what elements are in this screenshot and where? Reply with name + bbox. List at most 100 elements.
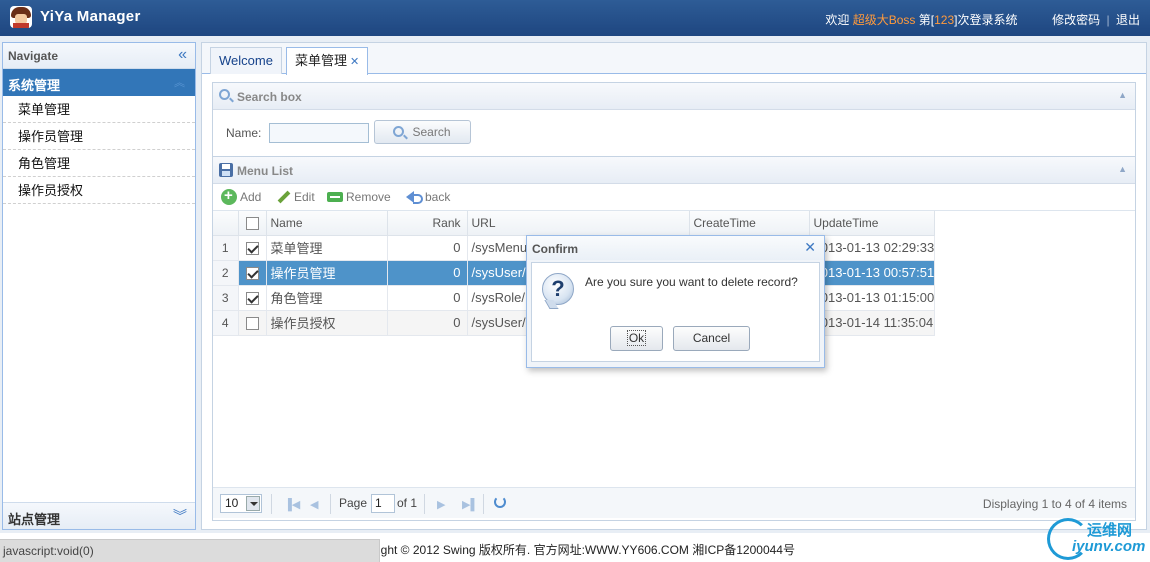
next-page-icon[interactable]: ▶ [437, 498, 445, 511]
dropdown-arrow-icon [246, 496, 260, 511]
ok-button[interactable]: Ok [610, 326, 663, 351]
col-name-header[interactable]: Name [266, 211, 388, 236]
col-url-header[interactable]: URL [467, 211, 690, 236]
page-label: Page [339, 496, 368, 510]
page-size-value: 10 [225, 496, 239, 510]
name-input[interactable] [269, 123, 369, 143]
search-button-icon [393, 126, 404, 137]
cell-rank: 0 [387, 260, 468, 286]
pagination-bar: 10 ▐◀ ◀ Page 1 of 1 ▶ ▶▌ Displaying 1 to… [213, 487, 1135, 518]
row-select-cell[interactable] [238, 260, 267, 286]
list-toolbar: Add Edit Remove back [213, 184, 1135, 211]
rownum-header [213, 211, 239, 236]
dialog-title: Confirm [532, 242, 578, 256]
first-page-icon[interactable]: ▐◀ [284, 498, 300, 511]
row-select-cell[interactable] [238, 285, 267, 311]
search-panel-header: Search box ▲ [213, 83, 1135, 110]
cell-rank: 0 [387, 310, 468, 336]
page-size-select[interactable]: 10 [220, 494, 262, 513]
login-count: 123 [934, 13, 955, 27]
row-number: 3 [213, 285, 239, 311]
sidebar-item-role[interactable]: 角色管理 [3, 150, 195, 177]
sidebar-footer-label: 站点管理 [8, 512, 61, 527]
edit-label: Edit [294, 190, 315, 204]
edit-button[interactable]: Edit [275, 190, 315, 204]
row-select-cell[interactable] [238, 310, 267, 336]
sidebar-group-site[interactable]: 站点管理 ︾ [3, 502, 195, 529]
sidebar-item-authorization[interactable]: 操作员授权 [3, 177, 195, 204]
close-icon[interactable]: ✕ [804, 239, 816, 256]
remove-button[interactable]: Remove [327, 190, 391, 204]
sidebar-item-menu[interactable]: 菜单管理 [3, 96, 195, 123]
dialog-header[interactable]: Confirm ✕ [527, 236, 824, 260]
row-checkbox[interactable] [245, 317, 259, 331]
collapse-panel-icon[interactable]: ▲ [1118, 90, 1127, 100]
prev-page-icon[interactable]: ◀ [310, 498, 318, 511]
add-button[interactable]: Add [221, 187, 261, 205]
browser-status-bar: javascript:void(0) [0, 539, 380, 562]
back-button[interactable]: back [406, 190, 450, 204]
search-panel: Search box ▲ Name: Search [212, 82, 1136, 157]
tab-menu-label: 菜单管理 [295, 53, 348, 68]
display-count: Displaying 1 to 4 of 4 items [982, 497, 1127, 511]
back-label: back [425, 190, 451, 204]
cell-name: 操作员授权 [266, 310, 388, 336]
row-checkbox[interactable] [245, 242, 259, 256]
cancel-button[interactable]: Cancel [673, 326, 750, 351]
sidebar-group-system[interactable]: 系统管理 ︽ [3, 69, 195, 96]
row-select-cell[interactable] [238, 235, 267, 261]
close-tab-icon[interactable]: ✕ [350, 56, 359, 68]
question-icon: ? [542, 273, 574, 305]
row-checkbox[interactable] [245, 292, 259, 306]
app-title: YiYa Manager [40, 8, 141, 25]
remove-label: Remove [346, 190, 391, 204]
sidebar-header: Navigate « [3, 43, 195, 69]
sidebar: Navigate « 系统管理 ︽ 菜单管理 操作员管理 角色管理 操作员授权 … [2, 42, 196, 530]
sidebar-item-operator[interactable]: 操作员管理 [3, 123, 195, 150]
sidebar-title: Navigate [8, 49, 59, 63]
tab-welcome[interactable]: Welcome [210, 47, 282, 74]
name-label: Name: [226, 126, 262, 140]
page-of-label: of 1 [397, 496, 418, 510]
user-name: 超级大Boss [852, 13, 916, 27]
col-rank-header[interactable]: Rank [387, 211, 468, 236]
dialog-message: Are you sure you want to delete record? [585, 275, 798, 289]
tab-menu-management[interactable]: 菜单管理 ✕ [286, 47, 369, 75]
col-updatetime-header[interactable]: UpdateTime [809, 211, 936, 236]
last-page-icon[interactable]: ▶▌ [462, 498, 478, 511]
menu-list-title: Menu List [237, 164, 293, 178]
cell-name: 角色管理 [266, 285, 388, 311]
back-arrow-icon [406, 189, 423, 205]
select-all-header[interactable] [238, 211, 267, 236]
search-body: Name: Search [213, 110, 1135, 156]
col-createtime-header[interactable]: CreateTime [689, 211, 810, 236]
tab-welcome-label: Welcome [219, 53, 273, 68]
save-disk-icon [219, 163, 233, 177]
refresh-icon[interactable] [494, 496, 506, 508]
edit-pencil-icon [275, 189, 291, 205]
search-icon [219, 89, 230, 100]
collapse-list-icon[interactable]: ▲ [1118, 164, 1127, 174]
page-number-input[interactable]: 1 [371, 494, 395, 513]
row-number: 2 [213, 260, 239, 286]
cell-updatetime: 2013-01-13 02:29:33 [809, 235, 936, 261]
collapse-left-icon[interactable]: « [178, 46, 187, 64]
cell-updatetime: 2013-01-13 01:15:00 [809, 285, 936, 311]
cell-updatetime: 2013-01-14 11:35:04 [809, 310, 936, 336]
change-password-link[interactable]: 修改密码 [1052, 13, 1100, 27]
row-checkbox[interactable] [245, 267, 259, 281]
cell-updatetime: 2013-01-13 00:57:51 [809, 260, 936, 286]
remove-icon [327, 189, 343, 205]
watermark-logo: 运维网 iyunv.com [1047, 516, 1147, 560]
row-number: 1 [213, 235, 239, 261]
search-button[interactable]: Search [374, 120, 471, 144]
status-url: javascript:void(0) [3, 544, 94, 558]
sidebar-group-label: 系统管理 [8, 78, 61, 93]
logo-icon [10, 6, 32, 28]
search-panel-title: Search box [237, 90, 302, 104]
select-all-checkbox[interactable] [245, 216, 259, 230]
cell-name: 操作员管理 [266, 260, 388, 286]
logout-link[interactable]: 退出 [1116, 13, 1140, 27]
watermark-bottom-text: iyunv.com [1072, 538, 1146, 555]
chevron-down-icon: ︾ [173, 508, 187, 524]
